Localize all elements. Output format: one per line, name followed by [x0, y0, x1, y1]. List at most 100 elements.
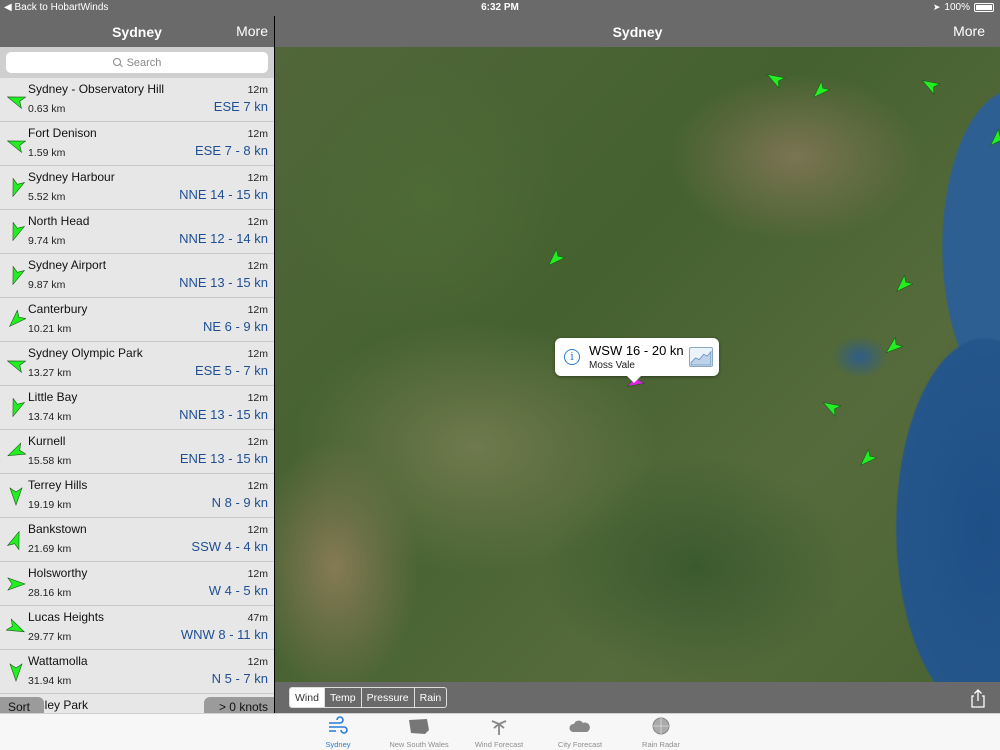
station-row[interactable]: Canterbury 10.21 km 12m NE 6 - 9 kn	[0, 298, 274, 342]
station-wind: WNW 8 - 11 kn	[180, 627, 268, 642]
tab-rain-radar[interactable]: Rain Radar	[621, 716, 701, 749]
map-title: Sydney	[612, 24, 663, 40]
info-icon[interactable]: i	[564, 349, 580, 365]
observation-age: 12m	[247, 348, 268, 360]
sort-button[interactable]: Sort	[0, 697, 44, 713]
station-wind: N 8 - 9 kn	[211, 495, 268, 510]
station-name: Sydney - Observatory Hill	[28, 82, 165, 96]
station-wind: ENE 13 - 15 kn	[179, 451, 268, 466]
station-name: Kurnell	[28, 434, 66, 448]
station-row[interactable]: Lucas Heights 29.77 km 47m WNW 8 - 11 kn	[0, 606, 274, 650]
wind-marker-icon[interactable]	[545, 249, 565, 269]
map-toolbar: Wind Temp Pressure Rain	[275, 682, 1000, 713]
location-icon: ➤	[932, 2, 941, 12]
wind-arrow-icon	[12, 398, 26, 418]
tab-wind-forecast[interactable]: Wind Forecast	[459, 716, 539, 749]
station-wind: ESE 5 - 7 kn	[195, 363, 268, 378]
wind-marker-icon[interactable]	[765, 69, 785, 89]
station-row[interactable]: Kurnell 15.58 km 12m ENE 13 - 15 kn	[0, 430, 274, 474]
station-row[interactable]: Fort Denison 1.59 km 12m ESE 7 - 8 kn	[0, 122, 274, 166]
station-distance: 10.21 km	[28, 323, 72, 335]
wind-marker-icon[interactable]	[920, 75, 940, 95]
station-name: Little Bay	[28, 390, 78, 404]
callout-station: Moss Vale	[589, 360, 635, 371]
station-row[interactable]: Sydney Harbour 5.52 km 12m NNE 14 - 15 kn	[0, 166, 274, 210]
battery-icon	[974, 3, 994, 12]
wind-arrow-icon	[6, 96, 26, 110]
station-distance: 13.74 km	[28, 411, 72, 423]
tab-label: Wind Forecast	[474, 740, 524, 749]
layer-rain-button[interactable]: Rain	[415, 688, 447, 707]
station-row[interactable]: Terrey Hills 19.19 km 12m N 8 - 9 kn	[0, 474, 274, 518]
wind-arrow-icon	[6, 530, 20, 550]
right-more-button[interactable]: More	[953, 23, 985, 39]
station-wind: NNE 13 - 15 kn	[179, 275, 268, 290]
observation-age: 12m	[247, 524, 268, 536]
station-wind: N 5 - 7 kn	[211, 671, 268, 686]
station-wind: NNE 13 - 15 kn	[179, 407, 268, 422]
search-placeholder: Search	[126, 56, 162, 69]
station-distance: 31.94 km	[28, 675, 72, 687]
station-distance: 19.19 km	[28, 499, 72, 511]
palm-tree-icon	[491, 720, 507, 735]
station-wind: NNE 14 - 15 kn	[179, 187, 268, 202]
left-nav-bar: Sydney More	[0, 16, 274, 47]
tab-city-forecast[interactable]: City Forecast	[540, 716, 620, 749]
observation-age: 12m	[247, 656, 268, 668]
station-row[interactable]: Wattamolla 31.94 km 12m N 5 - 7 kn	[0, 650, 274, 694]
station-row[interactable]: Sydney - Observatory Hill 0.63 km 12m ESE 7…	[0, 78, 274, 122]
observation-age: 12m	[247, 568, 268, 580]
station-name: Lucas Heights	[28, 610, 105, 624]
station-distance: 15.58 km	[28, 455, 72, 467]
wind-marker-icon[interactable]	[987, 129, 1000, 149]
observation-age: 12m	[247, 480, 268, 492]
wind-icon	[329, 716, 348, 734]
right-nav-bar: Sydney More	[275, 16, 1000, 47]
station-row[interactable]: Holsworthy 28.16 km 12m W 4 - 5 kn	[0, 562, 274, 606]
left-more-button[interactable]: More	[236, 23, 268, 39]
wind-arrow-icon	[8, 310, 26, 328]
map-layer-selector: Wind Temp Pressure Rain	[289, 687, 448, 708]
wind-arrow-icon	[12, 222, 26, 242]
station-wind: SSW 4 - 4 kn	[191, 539, 268, 554]
satellite-map[interactable]: i WSW 16 - 20 kn Moss Vale	[275, 47, 1000, 682]
wind-marker-icon[interactable]	[821, 397, 841, 417]
layer-pressure-button[interactable]: Pressure	[362, 688, 415, 707]
wind-filter-button[interactable]: > 0 knots	[204, 697, 274, 713]
station-name: Sydney Harbour	[28, 170, 115, 184]
station-row[interactable]: North Head 9.74 km 12m NNE 12 - 14 kn	[0, 210, 274, 254]
tab-label: Sydney	[325, 740, 351, 749]
station-distance: 21.69 km	[28, 543, 72, 555]
chart-icon[interactable]	[689, 347, 713, 367]
cloud-icon	[569, 720, 590, 732]
station-row[interactable]: Little Bay 13.74 km 12m NNE 13 - 15 kn	[0, 386, 274, 430]
station-name: Terrey Hills	[28, 478, 88, 492]
layer-wind-button[interactable]: Wind	[290, 688, 325, 707]
share-icon[interactable]	[968, 688, 988, 708]
station-name: North Head	[28, 214, 90, 228]
station-callout[interactable]: i WSW 16 - 20 kn Moss Vale	[555, 338, 719, 383]
wind-marker-icon[interactable]	[857, 449, 877, 469]
layer-temp-button[interactable]: Temp	[325, 688, 362, 707]
station-row[interactable]: Bankstown 21.69 km 12m SSW 4 - 4 kn	[0, 518, 274, 562]
tab-sydney[interactable]: Sydney	[298, 716, 378, 749]
radar-icon	[652, 717, 670, 735]
search-bar: Search	[0, 47, 274, 78]
callout-wind: WSW 16 - 20 kn	[589, 343, 684, 358]
station-row[interactable]: Sydney Olympic Park 13.27 km 12m ESE 5 - 7 …	[0, 342, 274, 386]
wind-marker-icon[interactable]	[810, 81, 830, 101]
wind-arrow-icon	[9, 487, 23, 506]
search-input[interactable]: Search	[6, 52, 268, 73]
station-distance: 28.16 km	[28, 587, 72, 599]
wind-marker-icon[interactable]	[893, 275, 913, 295]
wind-arrow-icon	[6, 140, 26, 154]
map-pane: Sydney More i WSW 16 - 20 kn Moss Vale W…	[275, 16, 1000, 713]
station-distance: 5.52 km	[28, 191, 66, 203]
station-row[interactable]: Sydney Airport 9.87 km 12m NNE 13 - 15 kn	[0, 254, 274, 298]
wind-marker-icon[interactable]	[883, 337, 903, 357]
status-bar: ◀ Back to HobartWinds 6:32 PM ➤ 100%	[0, 0, 1000, 16]
observation-age: 12m	[247, 84, 268, 96]
station-list[interactable]: Sydney - Observatory Hill 0.63 km 12m ESE 7…	[0, 78, 274, 713]
observation-age: 12m	[247, 216, 268, 228]
tab-new-south-wales[interactable]: New South Wales	[379, 716, 459, 749]
